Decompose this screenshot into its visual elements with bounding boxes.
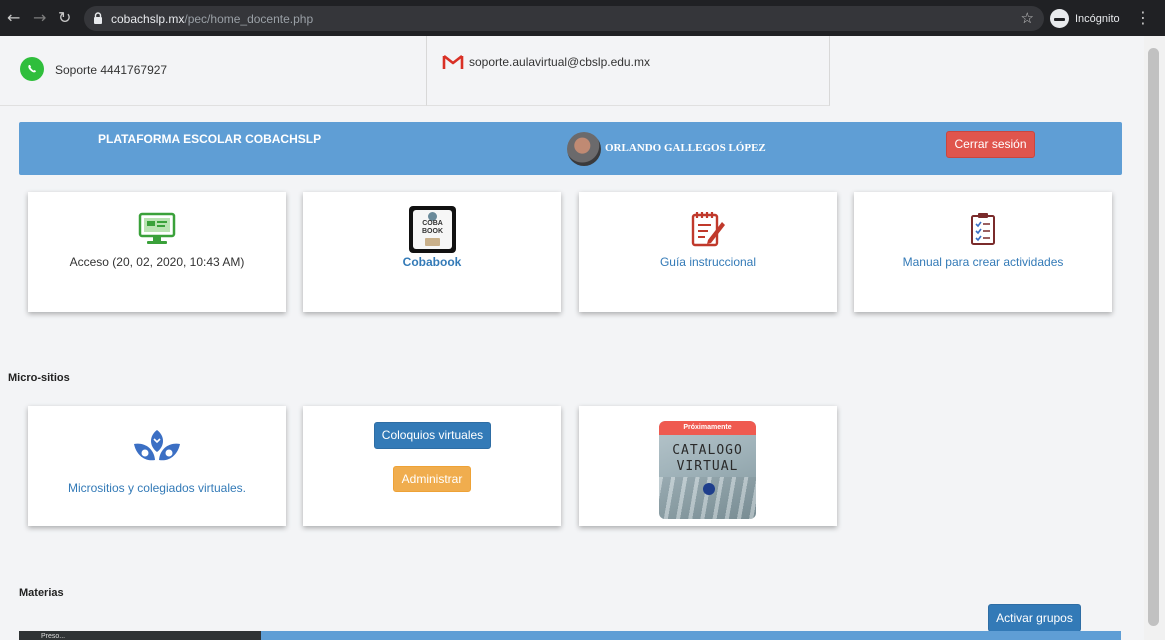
page-scrollbar[interactable] — [1144, 36, 1165, 640]
microsites-label[interactable]: Micrositios y colegiados virtuales. — [28, 481, 286, 495]
cobabook-logo-line2: BOOK — [422, 228, 443, 235]
cobabook-label[interactable]: Cobabook — [303, 255, 561, 269]
incognito-badge[interactable]: Incógnito — [1050, 8, 1120, 29]
course-band — [261, 631, 1121, 640]
reload-icon[interactable]: ↻ — [58, 9, 71, 27]
incognito-icon — [1050, 9, 1069, 28]
access-card[interactable]: Acceso (20, 02, 2020, 10:43 AM) — [28, 192, 286, 312]
browser-toolbar: ← → ↻ cobachslp.mx/pec/home_docente.php … — [0, 0, 1165, 36]
leaves-icon — [134, 430, 180, 461]
notepad-pencil-icon — [691, 212, 725, 247]
support-phone-text: Soporte 4441767927 — [55, 63, 168, 77]
platform-header: PLATAFORMA ESCOLAR COBACHSLP ORLANDO GAL… — [19, 122, 1122, 175]
support-email-box: soporte.aulavirtual@cbslp.edu.mx — [427, 36, 830, 106]
monitor-icon — [138, 212, 176, 244]
lock-icon — [94, 12, 102, 24]
clipboard-checklist-icon — [971, 213, 995, 245]
admin-button[interactable]: Administrar — [393, 466, 471, 492]
back-icon[interactable]: ← — [7, 9, 20, 27]
activate-groups-button[interactable]: Activar grupos — [988, 604, 1081, 632]
guide-card[interactable]: Guía instruccional — [579, 192, 837, 312]
catalog-card[interactable]: Próximamente CATALOGO VIRTUAL — [579, 406, 837, 526]
coming-soon-badge: Próximamente — [659, 421, 756, 435]
microsites-section-title: Micro-sitios — [8, 372, 70, 384]
coloquios-card: Coloquios virtuales Administrar — [303, 406, 561, 526]
incognito-label: Incógnito — [1075, 12, 1120, 25]
user-name: ORLANDO GALLEGOS LÓPEZ — [605, 142, 766, 154]
support-email-text[interactable]: soporte.aulavirtual@cbslp.edu.mx — [469, 55, 650, 69]
scrollbar-thumb[interactable] — [1148, 48, 1159, 626]
address-bar[interactable]: cobachslp.mx/pec/home_docente.php ☆ — [84, 6, 1044, 31]
url-text: cobachslp.mx/pec/home_docente.php — [111, 12, 313, 26]
course-tile-dark[interactable]: Preso... — [19, 631, 261, 640]
avatar — [567, 132, 601, 166]
logout-button[interactable]: Cerrar sesión — [946, 131, 1035, 158]
url-path: /pec/home_docente.php — [184, 12, 314, 26]
access-label: Acceso (20, 02, 2020, 10:43 AM) — [69, 255, 245, 269]
cobabook-logo: COBA BOOK — [409, 206, 456, 253]
url-host: cobachslp.mx — [111, 12, 185, 26]
cobabook-card[interactable]: COBA BOOK Cobabook — [303, 192, 561, 312]
forward-icon[interactable]: → — [33, 9, 46, 27]
catalog-image: Próximamente CATALOGO VIRTUAL — [659, 421, 756, 519]
cobabook-logo-line1: COBA — [422, 220, 443, 227]
guide-label[interactable]: Guía instruccional — [579, 255, 837, 269]
materias-section-title: Materias — [19, 587, 64, 599]
manual-label[interactable]: Manual para crear actividades — [854, 255, 1112, 269]
coloquios-button[interactable]: Coloquios virtuales — [374, 422, 491, 449]
course-tile-label: Preso... — [41, 633, 66, 640]
catalog-figure-icon — [703, 483, 715, 495]
platform-title: PLATAFORMA ESCOLAR COBACHSLP — [98, 132, 322, 146]
catalog-title-line2: VIRTUAL — [676, 459, 739, 474]
gmail-icon — [442, 54, 464, 69]
whatsapp-icon — [20, 57, 44, 81]
browser-menu-icon[interactable]: ⋮ — [1135, 8, 1151, 27]
support-phone-box: Soporte 4441767927 — [0, 36, 427, 106]
bookmark-star-icon[interactable]: ☆ — [1021, 9, 1034, 27]
microsites-card[interactable]: Micrositios y colegiados virtuales. — [28, 406, 286, 526]
manual-card[interactable]: Manual para crear actividades — [854, 192, 1112, 312]
catalog-title-line1: CATALOGO — [672, 443, 743, 458]
